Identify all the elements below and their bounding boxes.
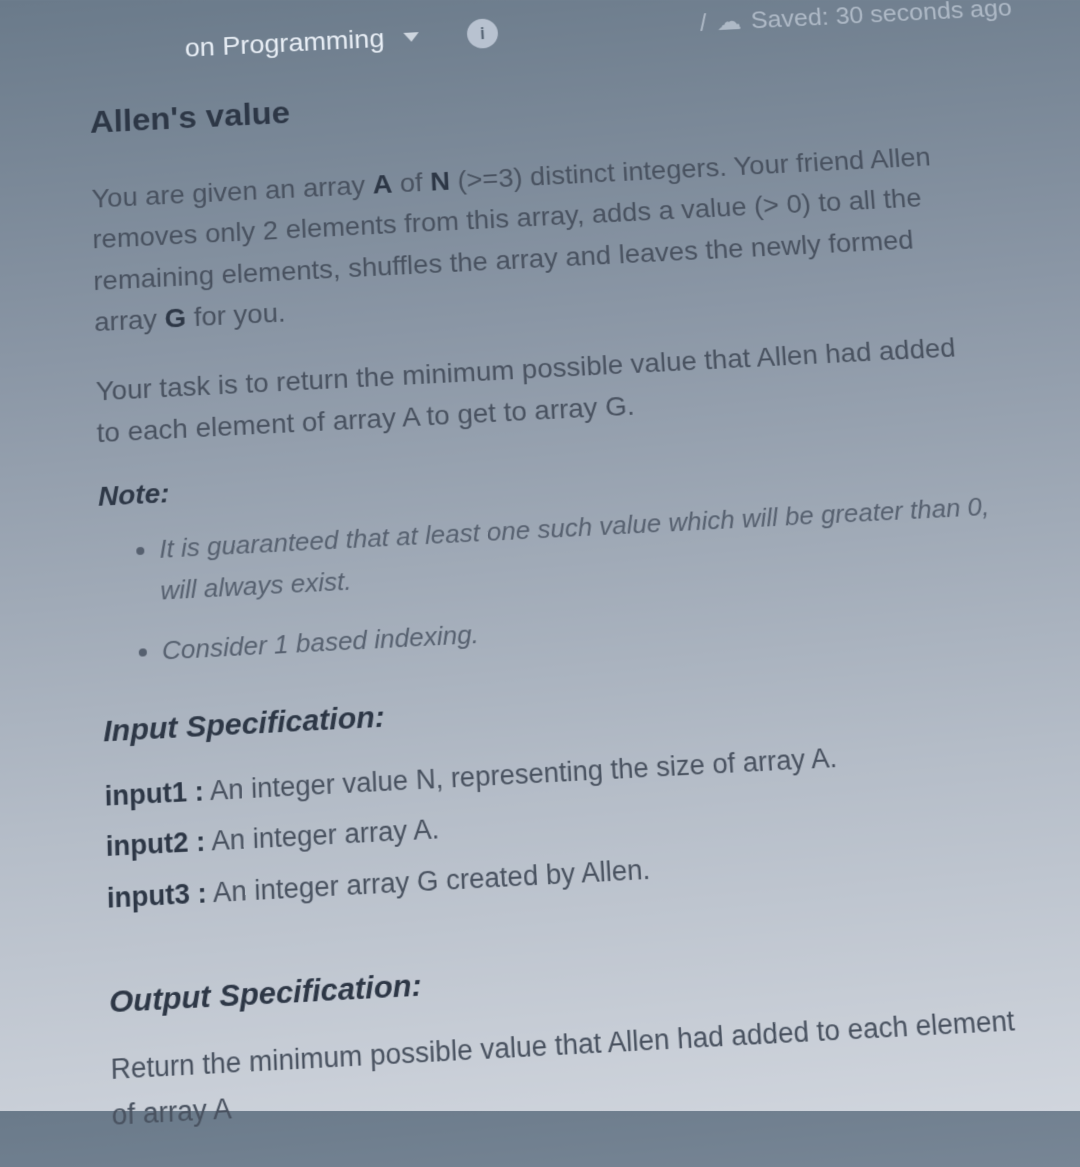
category-dropdown[interactable]: on Programming [184, 22, 419, 63]
problem-content: Allen's value You are given an array A o… [12, 49, 1080, 1143]
cloud-icon: ☁ [715, 6, 742, 36]
problem-screen: 2024 on Programming i / ☁ Saved: 30 seco… [0, 0, 1080, 1167]
problem-paragraph-1: You are given an array A of N (>=3) dist… [91, 135, 979, 344]
output-text: Return the minimum possible value that A… [110, 997, 1046, 1139]
problem-paragraph-2: Your task is to return the minimum possi… [95, 325, 988, 454]
separator: / [699, 8, 708, 37]
saved-status: / ☁ Saved: 30 seconds ago [699, 0, 1013, 37]
info-icon[interactable]: i [466, 18, 498, 49]
notes-list: It is guaranteed that at least one such … [99, 486, 1007, 674]
dropdown-label: on Programming [184, 24, 385, 63]
chevron-down-icon [403, 32, 419, 42]
saved-text: Saved: 30 seconds ago [750, 0, 1013, 34]
timestamp-year: 2024 [586, 0, 643, 5]
